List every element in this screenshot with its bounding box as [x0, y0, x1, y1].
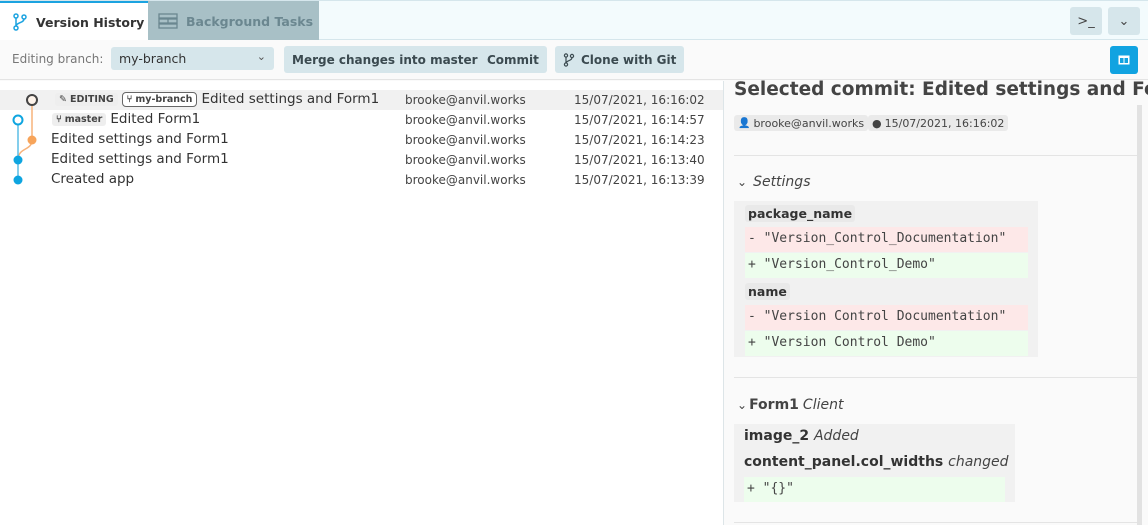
- form1-diff: image_2 Added content_panel.col_widths c…: [734, 424, 1015, 502]
- user-icon: 👤: [738, 117, 751, 129]
- branch-select[interactable]: my-branch ⌄: [111, 47, 274, 70]
- master-node: [13, 175, 23, 185]
- diff-added: + "{}": [744, 477, 1005, 502]
- divider: [734, 377, 1139, 378]
- diff-key: image_2 Added: [744, 428, 859, 444]
- commit-date: 15/07/2021, 16:14:23: [574, 133, 705, 147]
- date-badge: ● 15/07/2021, 16:16:02: [868, 115, 1009, 131]
- commit-message: Created app: [51, 171, 135, 187]
- commit-author: brooke@anvil.works: [405, 113, 526, 127]
- editing-badge: ✎ EDITING: [55, 92, 118, 106]
- git-branch-icon: [563, 52, 575, 67]
- diff-removed: - "Version Control Documentation": [745, 305, 1028, 330]
- author-badge: 👤 brooke@anvil.works: [734, 115, 869, 131]
- master-node: [13, 155, 23, 165]
- commit-list: ✎ EDITING ⑂ my-branch Edited settings and …: [0, 81, 724, 525]
- chevron-down-icon: ⌄: [737, 175, 748, 189]
- git-branch-icon: ⑂: [126, 93, 133, 105]
- chevron-down-icon: ⌄: [256, 50, 266, 63]
- terminal-button[interactable]: >_: [1070, 7, 1102, 35]
- diff-key: name: [745, 283, 790, 300]
- chevron-down-icon: ⌄: [1118, 13, 1130, 29]
- commit-row[interactable]: Edited settings and Form1 brooke@anvil.w…: [0, 130, 723, 150]
- tab-bar: Version History Background Tasks >_ ⌄: [0, 0, 1148, 41]
- commit-author: brooke@anvil.works: [405, 173, 526, 187]
- branch-badge: ⑂ my-branch: [121, 91, 198, 107]
- commit-row[interactable]: Edited settings and Form1 brooke@anvil.w…: [0, 150, 723, 170]
- toolbar: Editing branch: my-branch ⌄ Merge change…: [0, 40, 1148, 80]
- git-branch-icon: ⑂: [56, 113, 62, 125]
- commit-row[interactable]: Created app brooke@anvil.works 15/07/202…: [0, 170, 723, 190]
- tab-background-tasks[interactable]: Background Tasks: [148, 1, 319, 41]
- columns-icon: [1118, 55, 1130, 65]
- tab-label: Version History: [36, 14, 145, 30]
- divider: [734, 522, 1139, 523]
- commit-date: 15/07/2021, 16:13:39: [574, 173, 705, 187]
- clone-git-label: Clone with Git: [581, 52, 677, 67]
- layout-toggle-button[interactable]: [1110, 46, 1138, 74]
- diff-removed: - "Version_Control_Documentation": [745, 227, 1028, 252]
- git-branch-icon: [13, 13, 27, 31]
- selected-commit-title: Selected commit: Edited settings and For…: [734, 79, 1148, 100]
- branch-badge: ⑂ master: [52, 112, 107, 126]
- master-head-node: [12, 114, 24, 126]
- form1-section-toggle[interactable]: ⌄ Form1 Client: [737, 397, 843, 413]
- commit-message: Edited settings and Form1: [51, 131, 229, 147]
- commit-graph: [12, 94, 38, 185]
- settings-section-toggle[interactable]: ⌄ Settings: [737, 174, 810, 190]
- terminal-icon: >_: [1077, 13, 1095, 29]
- clock-icon: ●: [872, 116, 882, 130]
- merge-button-label: Merge changes into master: [292, 52, 478, 67]
- diff-added: + "Version_Control_Demo": [745, 253, 1028, 278]
- pencil-icon: ✎: [59, 93, 67, 105]
- settings-diff: package_name - "Version_Control_Document…: [734, 201, 1038, 357]
- commit-detail-panel: Selected commit: Edited settings and For…: [725, 79, 1148, 525]
- commit-author: brooke@anvil.works: [405, 133, 526, 147]
- editing-branch-label: Editing branch:: [12, 52, 104, 66]
- tab-version-history[interactable]: Version History: [0, 1, 148, 41]
- commit-message: Edited settings and Form1: [201, 91, 380, 107]
- commit-button-label: Commit: [487, 52, 539, 67]
- diff-key: content_panel.col_widths changed: [744, 454, 1009, 470]
- commit-message: Edited Form1: [110, 111, 201, 127]
- collapse-button[interactable]: ⌄: [1108, 7, 1140, 35]
- commit-author: brooke@anvil.works: [405, 153, 526, 167]
- commit-date: 15/07/2021, 16:14:57: [574, 113, 705, 127]
- divider: [734, 155, 1139, 156]
- merge-button[interactable]: Merge changes into master: [284, 46, 486, 73]
- diff-added: + "Version Control Demo": [745, 331, 1028, 356]
- editing-node: [26, 94, 38, 106]
- commit-message: Edited settings and Form1: [51, 151, 229, 167]
- commit-date: 15/07/2021, 16:16:02: [574, 93, 705, 107]
- diff-key: package_name: [745, 205, 856, 222]
- commit-button[interactable]: Commit: [479, 46, 547, 73]
- detail-scrollbar[interactable]: [1137, 105, 1142, 525]
- branch-select-value: my-branch: [119, 51, 187, 66]
- commit-row[interactable]: ⑂ master Edited Form1 brooke@anvil.works …: [0, 110, 723, 130]
- chevron-down-icon: ⌄: [737, 398, 748, 412]
- commit-row[interactable]: ✎ EDITING ⑂ my-branch Edited settings and …: [0, 90, 723, 110]
- commit-author: brooke@anvil.works: [405, 93, 526, 107]
- clone-git-button[interactable]: Clone with Git: [555, 46, 685, 73]
- commit-date: 15/07/2021, 16:13:40: [574, 153, 705, 167]
- branch-node: [27, 135, 37, 145]
- tab-label: Background Tasks: [186, 13, 314, 29]
- tasks-icon: [158, 13, 178, 29]
